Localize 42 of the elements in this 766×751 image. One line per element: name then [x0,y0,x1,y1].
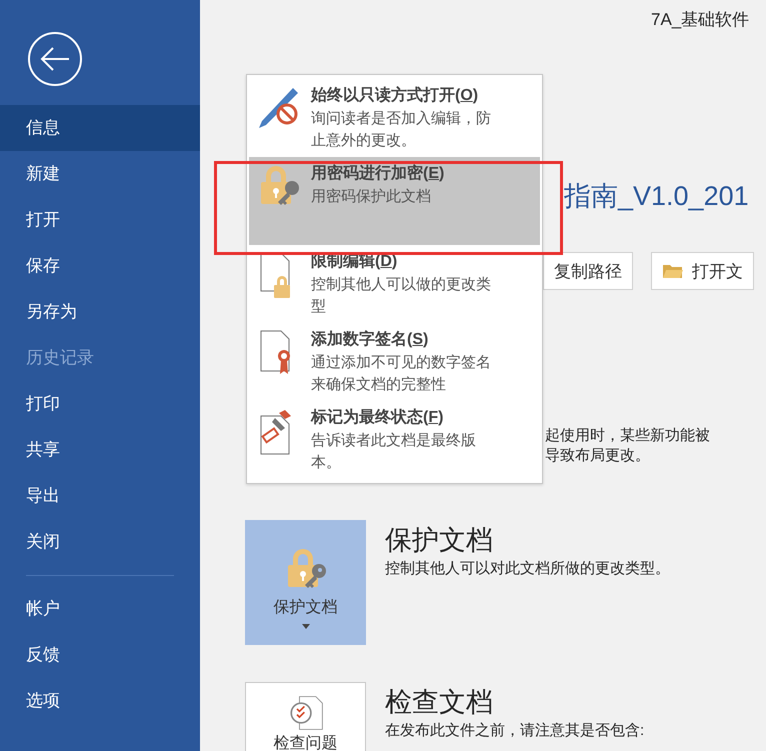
pencil-no-icon [257,86,301,130]
nav-item[interactable]: 反馈 [0,632,200,678]
nav-item[interactable]: 关闭 [0,519,200,565]
menu-item-title: 添加数字签名(S) [311,329,430,350]
menu-item[interactable]: 用密码进行加密(E) 用密码保护此文档 [249,157,540,245]
path-button[interactable]: 打开文 [651,252,754,290]
menu-item-description: 通过添加不可见的数字签名来确保文档的完整性 [311,353,492,395]
nav-item[interactable]: 帐户 [0,586,200,632]
menu-item-title: 标记为最终状态(F) [311,407,444,428]
section-description: 在发布此文件之前，请注意其是否包含: [385,721,644,741]
section-heading: 保护文档 [385,524,494,557]
section-description: 控制其他人可以对此文档所做的更改类型。 [385,559,670,579]
menu-item-description: 告诉读者此文档是最终版本。 [311,431,477,473]
menu-item-description: 询问读者是否加入编辑，防止意外的更改。 [311,109,492,151]
menu-item-title: 始终以只读方式打开(O) [311,85,480,106]
caret-icon [302,624,310,628]
nav-item[interactable]: 信息 [0,105,200,151]
menu-item-title: 用密码进行加密(E) [311,163,446,184]
notice-text: 导致布局更改。 [545,446,651,466]
menu-item[interactable]: 添加数字签名(S) 通过添加不可见的数字签名来确保文档的完整性 [249,323,540,401]
section-heading: 检查文档 [385,686,494,719]
nav-item[interactable]: 打印 [0,381,200,427]
protect-document-button[interactable]: 保护文档 [245,520,366,645]
document-title: 7A_基础软件 [651,9,750,31]
inspect-document-button[interactable]: 检查问题 [245,682,366,751]
menu-item-description: 控制其他人可以做的更改类型 [311,275,492,317]
nav-item[interactable]: 打开 [0,197,200,243]
nav-item[interactable]: 另存为 [0,289,200,335]
nav-item[interactable]: 选项 [0,678,200,724]
folder-icon [662,262,684,280]
menu-item-description: 用密码保护此文档 [311,187,432,207]
nav-item[interactable]: 导出 [0,473,200,519]
menu-item[interactable]: 始终以只读方式打开(O) 询问读者是否加入编辑，防止意外的更改。 [249,79,540,157]
nav-item[interactable]: 共享 [0,427,200,473]
back-icon[interactable] [27,31,83,87]
nav-item[interactable]: 新建 [0,151,200,197]
menu-item[interactable]: 标记为最终状态(F) 告诉读者此文档是最终版本。 [249,401,540,479]
nav-item[interactable]: 保存 [0,243,200,289]
checklist-document-icon [288,695,324,731]
notice-text: 起使用时，某些新功能被 [545,426,711,446]
path-button[interactable]: 复制路径 [543,252,633,290]
document-heading: 指南_V1.0_201 [564,180,750,213]
